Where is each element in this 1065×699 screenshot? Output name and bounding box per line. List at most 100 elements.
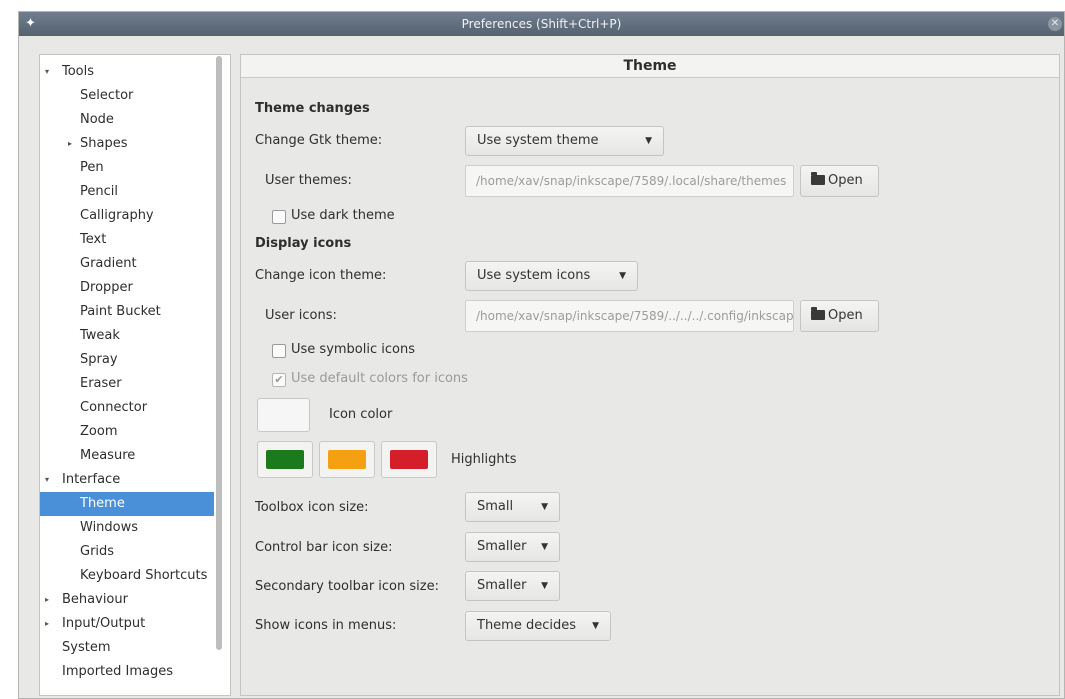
user-themes-label: User themes: (265, 173, 352, 188)
sidebar-item-label: Dropper (80, 280, 133, 295)
sidebar-item-system[interactable]: System (40, 636, 214, 660)
inkscape-icon: ✦ (25, 16, 36, 31)
expander-open-icon[interactable]: ▾ (45, 468, 49, 492)
sidebar-item-label: Tools (62, 64, 95, 79)
sidebar-item-pen[interactable]: Pen (40, 156, 214, 180)
sidebar-item-dropper[interactable]: Dropper (40, 276, 214, 300)
sidebar-item-measure[interactable]: Measure (40, 444, 214, 468)
sidebar-item-tweak[interactable]: Tweak (40, 324, 214, 348)
sidebar-item-selector[interactable]: Selector (40, 84, 214, 108)
dark-theme-checkbox[interactable] (272, 210, 286, 224)
chevron-down-icon: ▼ (592, 621, 599, 631)
sidebar-item-pencil[interactable]: Pencil (40, 180, 214, 204)
close-icon[interactable]: ✕ (1048, 17, 1062, 31)
highlight-fill (390, 450, 428, 469)
folder-icon (811, 172, 825, 185)
default-colors-label: Use default colors for icons (291, 371, 468, 386)
toolbox-icon-size-dropdown[interactable]: Small ▼ (465, 492, 560, 522)
expander-closed-icon[interactable]: ▸ (45, 588, 49, 612)
sidebar-item-calligraphy[interactable]: Calligraphy (40, 204, 214, 228)
user-themes-path-field[interactable]: /home/xav/snap/inkscape/7589/.local/shar… (465, 165, 794, 197)
highlight-fill (328, 450, 366, 469)
sidebar-item-label: System (62, 640, 111, 655)
sidebar-item-label: Windows (80, 520, 139, 535)
icon-color-label: Icon color (329, 407, 393, 422)
sidebar-item-label: Selector (80, 88, 134, 103)
toolbox-icon-size-value: Small (477, 499, 514, 514)
preferences-tree[interactable]: ▾ Tools Selector Node ▸ Shapes Pen Pencil Callig… (39, 54, 231, 696)
highlights-label: Highlights (451, 452, 517, 467)
sidebar-item-zoom[interactable]: Zoom (40, 420, 214, 444)
sidebar-item-label: Shapes (80, 136, 128, 151)
open-icons-button[interactable]: Open (800, 300, 879, 332)
default-colors-checkbox[interactable]: ✔ (272, 373, 286, 387)
sidebar-item-label: Gradient (80, 256, 137, 271)
open-themes-label: Open (828, 173, 863, 188)
chevron-down-icon: ▼ (645, 136, 652, 146)
check-icon: ✔ (274, 373, 284, 386)
expander-open-icon[interactable]: ▾ (45, 60, 49, 84)
title-bar[interactable]: ✦ Preferences (Shift+Ctrl+P) ✕ (19, 12, 1064, 36)
chevron-down-icon: ▼ (541, 502, 548, 512)
sidebar-item-label: Imported Images (62, 664, 174, 679)
sidebar-item-spray[interactable]: Spray (40, 348, 214, 372)
toolbox-icon-size-label: Toolbox icon size: (255, 500, 369, 515)
sidebar-item-text[interactable]: Text (40, 228, 214, 252)
sidebar-item-grids[interactable]: Grids (40, 540, 214, 564)
menu-icons-dropdown[interactable]: Theme decides ▼ (465, 611, 611, 641)
icon-color-swatch[interactable] (257, 398, 310, 432)
highlight-color-green[interactable] (257, 441, 313, 478)
sidebar-item-label: Grids (80, 544, 115, 559)
symbolic-icons-label: Use symbolic icons (291, 342, 415, 357)
icon-theme-dropdown[interactable]: Use system icons ▼ (465, 261, 638, 291)
gtk-theme-value: Use system theme (477, 133, 599, 148)
sidebar-item-imported-images[interactable]: Imported Images (40, 660, 214, 684)
sidebar-item-behaviour[interactable]: ▸ Behaviour (40, 588, 214, 612)
sidebar-item-keyboard-shortcuts[interactable]: Keyboard Shortcuts (40, 564, 214, 588)
control-bar-icon-size-dropdown[interactable]: Smaller ▼ (465, 532, 560, 562)
sidebar-item-paint-bucket[interactable]: Paint Bucket (40, 300, 214, 324)
sidebar-item-gradient[interactable]: Gradient (40, 252, 214, 276)
sidebar-item-connector[interactable]: Connector (40, 396, 214, 420)
sidebar-item-theme[interactable]: Theme (40, 492, 214, 516)
menu-icons-label: Show icons in menus: (255, 618, 397, 633)
gtk-theme-dropdown[interactable]: Use system theme ▼ (465, 126, 664, 156)
menu-icons-value: Theme decides (477, 618, 577, 633)
sidebar-item-interface[interactable]: ▾ Interface (40, 468, 214, 492)
sidebar-item-label: Calligraphy (80, 208, 154, 223)
expander-closed-icon[interactable]: ▸ (68, 132, 72, 156)
highlight-color-orange[interactable] (319, 441, 375, 478)
highlight-color-red[interactable] (381, 441, 437, 478)
control-bar-icon-size-label: Control bar icon size: (255, 540, 393, 555)
sidebar-item-label: Pencil (80, 184, 118, 199)
preferences-dialog: ✦ Preferences (Shift+Ctrl+P) ✕ ▾ Tools Sel… (18, 11, 1065, 699)
sidebar-item-input-output[interactable]: ▸ Input/Output (40, 612, 214, 636)
secondary-toolbar-icon-size-dropdown[interactable]: Smaller ▼ (465, 571, 560, 601)
highlight-fill (266, 450, 304, 469)
icon-theme-value: Use system icons (477, 268, 591, 283)
sidebar-item-tools[interactable]: ▾ Tools (40, 60, 214, 84)
expander-closed-icon[interactable]: ▸ (45, 612, 49, 636)
sidebar-item-label: Connector (80, 400, 148, 415)
user-icons-path-field[interactable]: /home/xav/snap/inkscape/7589/../../../.c… (465, 300, 794, 332)
sidebar-item-label: Measure (80, 448, 136, 463)
sidebar-item-label: Paint Bucket (80, 304, 161, 319)
sidebar-item-label: Text (80, 232, 107, 247)
sidebar-item-label: Zoom (80, 424, 118, 439)
dark-theme-label: Use dark theme (291, 208, 395, 223)
control-bar-icon-size-value: Smaller (477, 539, 527, 554)
sidebar-item-label: Eraser (80, 376, 122, 391)
sidebar-item-eraser[interactable]: Eraser (40, 372, 214, 396)
secondary-toolbar-icon-size-label: Secondary toolbar icon size: (255, 579, 439, 594)
sidebar-item-label: Keyboard Shortcuts (80, 568, 208, 583)
chevron-down-icon: ▼ (619, 271, 626, 281)
theme-changes-heading: Theme changes (255, 101, 370, 116)
tree-scrollbar[interactable] (216, 56, 222, 650)
open-themes-button[interactable]: Open (800, 165, 879, 197)
symbolic-icons-checkbox[interactable] (272, 344, 286, 358)
page-title: Theme (241, 55, 1059, 78)
sidebar-item-shapes[interactable]: ▸ Shapes (40, 132, 214, 156)
chevron-down-icon: ▼ (541, 542, 548, 552)
sidebar-item-windows[interactable]: Windows (40, 516, 214, 540)
sidebar-item-node[interactable]: Node (40, 108, 214, 132)
